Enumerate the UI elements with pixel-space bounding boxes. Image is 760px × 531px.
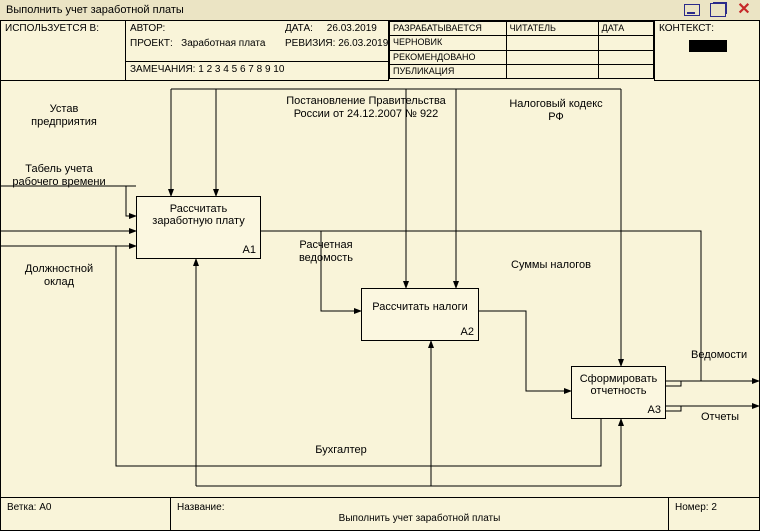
notes-row: ЗАМЕЧАНИЯ: 1 2 3 4 5 6 7 8 9 10	[126, 61, 389, 81]
block-a2-title: Рассчитать налоги	[372, 301, 467, 313]
footer-name: Название: Выполнить учет заработной плат…	[171, 498, 669, 530]
label-output-vedomosti: Ведомости	[691, 349, 759, 362]
block-a2[interactable]: Рассчитать налоги A2	[361, 288, 479, 341]
window-titlebar: Выполнить учет заработной платы ✕	[0, 0, 760, 21]
footer: Ветка: A0 Название: Выполнить учет зараб…	[1, 497, 759, 530]
label-input-tabel: Табель учета рабочего времени	[9, 163, 109, 189]
footer-number: Номер: 2	[669, 498, 759, 530]
minimize-icon	[684, 4, 700, 16]
label-flow-vedomost: Расчетная ведомость	[281, 239, 371, 265]
status-date-col: ДАТА	[598, 22, 653, 36]
block-a3-title: Сформировать отчетность	[580, 373, 658, 397]
block-a3[interactable]: Сформировать отчетность A3	[571, 366, 666, 419]
label-output-otchety: Отчеты	[701, 411, 759, 424]
maximize-button[interactable]	[710, 3, 726, 17]
block-a1-title: Рассчитать заработную плату	[152, 203, 244, 227]
minimize-button[interactable]	[684, 3, 700, 17]
status-table: РАЗРАБАТЫВАЕТСЯ ЧИТАТЕЛЬ ДАТА ЧЕРНОВИК Р…	[389, 21, 654, 79]
block-a2-id: A2	[461, 326, 474, 338]
used-in-cell: ИСПОЛЬЗУЕТСЯ В:	[1, 21, 126, 81]
close-button[interactable]: ✕	[736, 3, 752, 17]
label-control-nalog: Налоговый кодекс РФ	[501, 98, 611, 124]
status-draft: ЧЕРНОВИК	[390, 36, 507, 50]
window-controls: ✕	[684, 3, 760, 17]
block-a3-id: A3	[648, 404, 661, 416]
footer-branch: Ветка: A0	[1, 498, 171, 530]
diagram-frame: ИСПОЛЬЗУЕТСЯ В: АВТОР: ПРОЕКТ: Заработна…	[0, 20, 760, 531]
status-publication: ПУБЛИКАЦИЯ	[390, 64, 507, 78]
status-developing: РАЗРАБАТЫВАЕТСЯ	[390, 22, 507, 36]
maximize-icon	[710, 3, 726, 17]
window-title: Выполнить учет заработной платы	[0, 4, 684, 16]
block-a1[interactable]: Рассчитать заработную плату A1	[136, 196, 261, 259]
label-input-oklad: Должностной оклад	[9, 263, 109, 289]
status-reader: ЧИТАТЕЛЬ	[506, 22, 598, 36]
label-mechanism-buh: Бухгалтер	[301, 444, 381, 457]
context-icon	[689, 40, 727, 52]
header-area: ИСПОЛЬЗУЕТСЯ В: АВТОР: ПРОЕКТ: Заработна…	[1, 21, 759, 81]
block-a1-id: A1	[243, 244, 256, 256]
label-control-postanovlenie: Постановление Правительства России от 24…	[281, 95, 451, 121]
label-control-ustav: Устав предприятия	[19, 103, 109, 129]
context-cell: КОНТЕКСТ:	[654, 21, 759, 81]
label-flow-nalogi: Суммы налогов	[511, 259, 591, 272]
status-recommended: РЕКОМЕНДОВАНО	[390, 50, 507, 64]
diagram-canvas: Рассчитать заработную плату A1 Рассчитат…	[1, 81, 759, 498]
close-icon: ✕	[737, 4, 750, 16]
